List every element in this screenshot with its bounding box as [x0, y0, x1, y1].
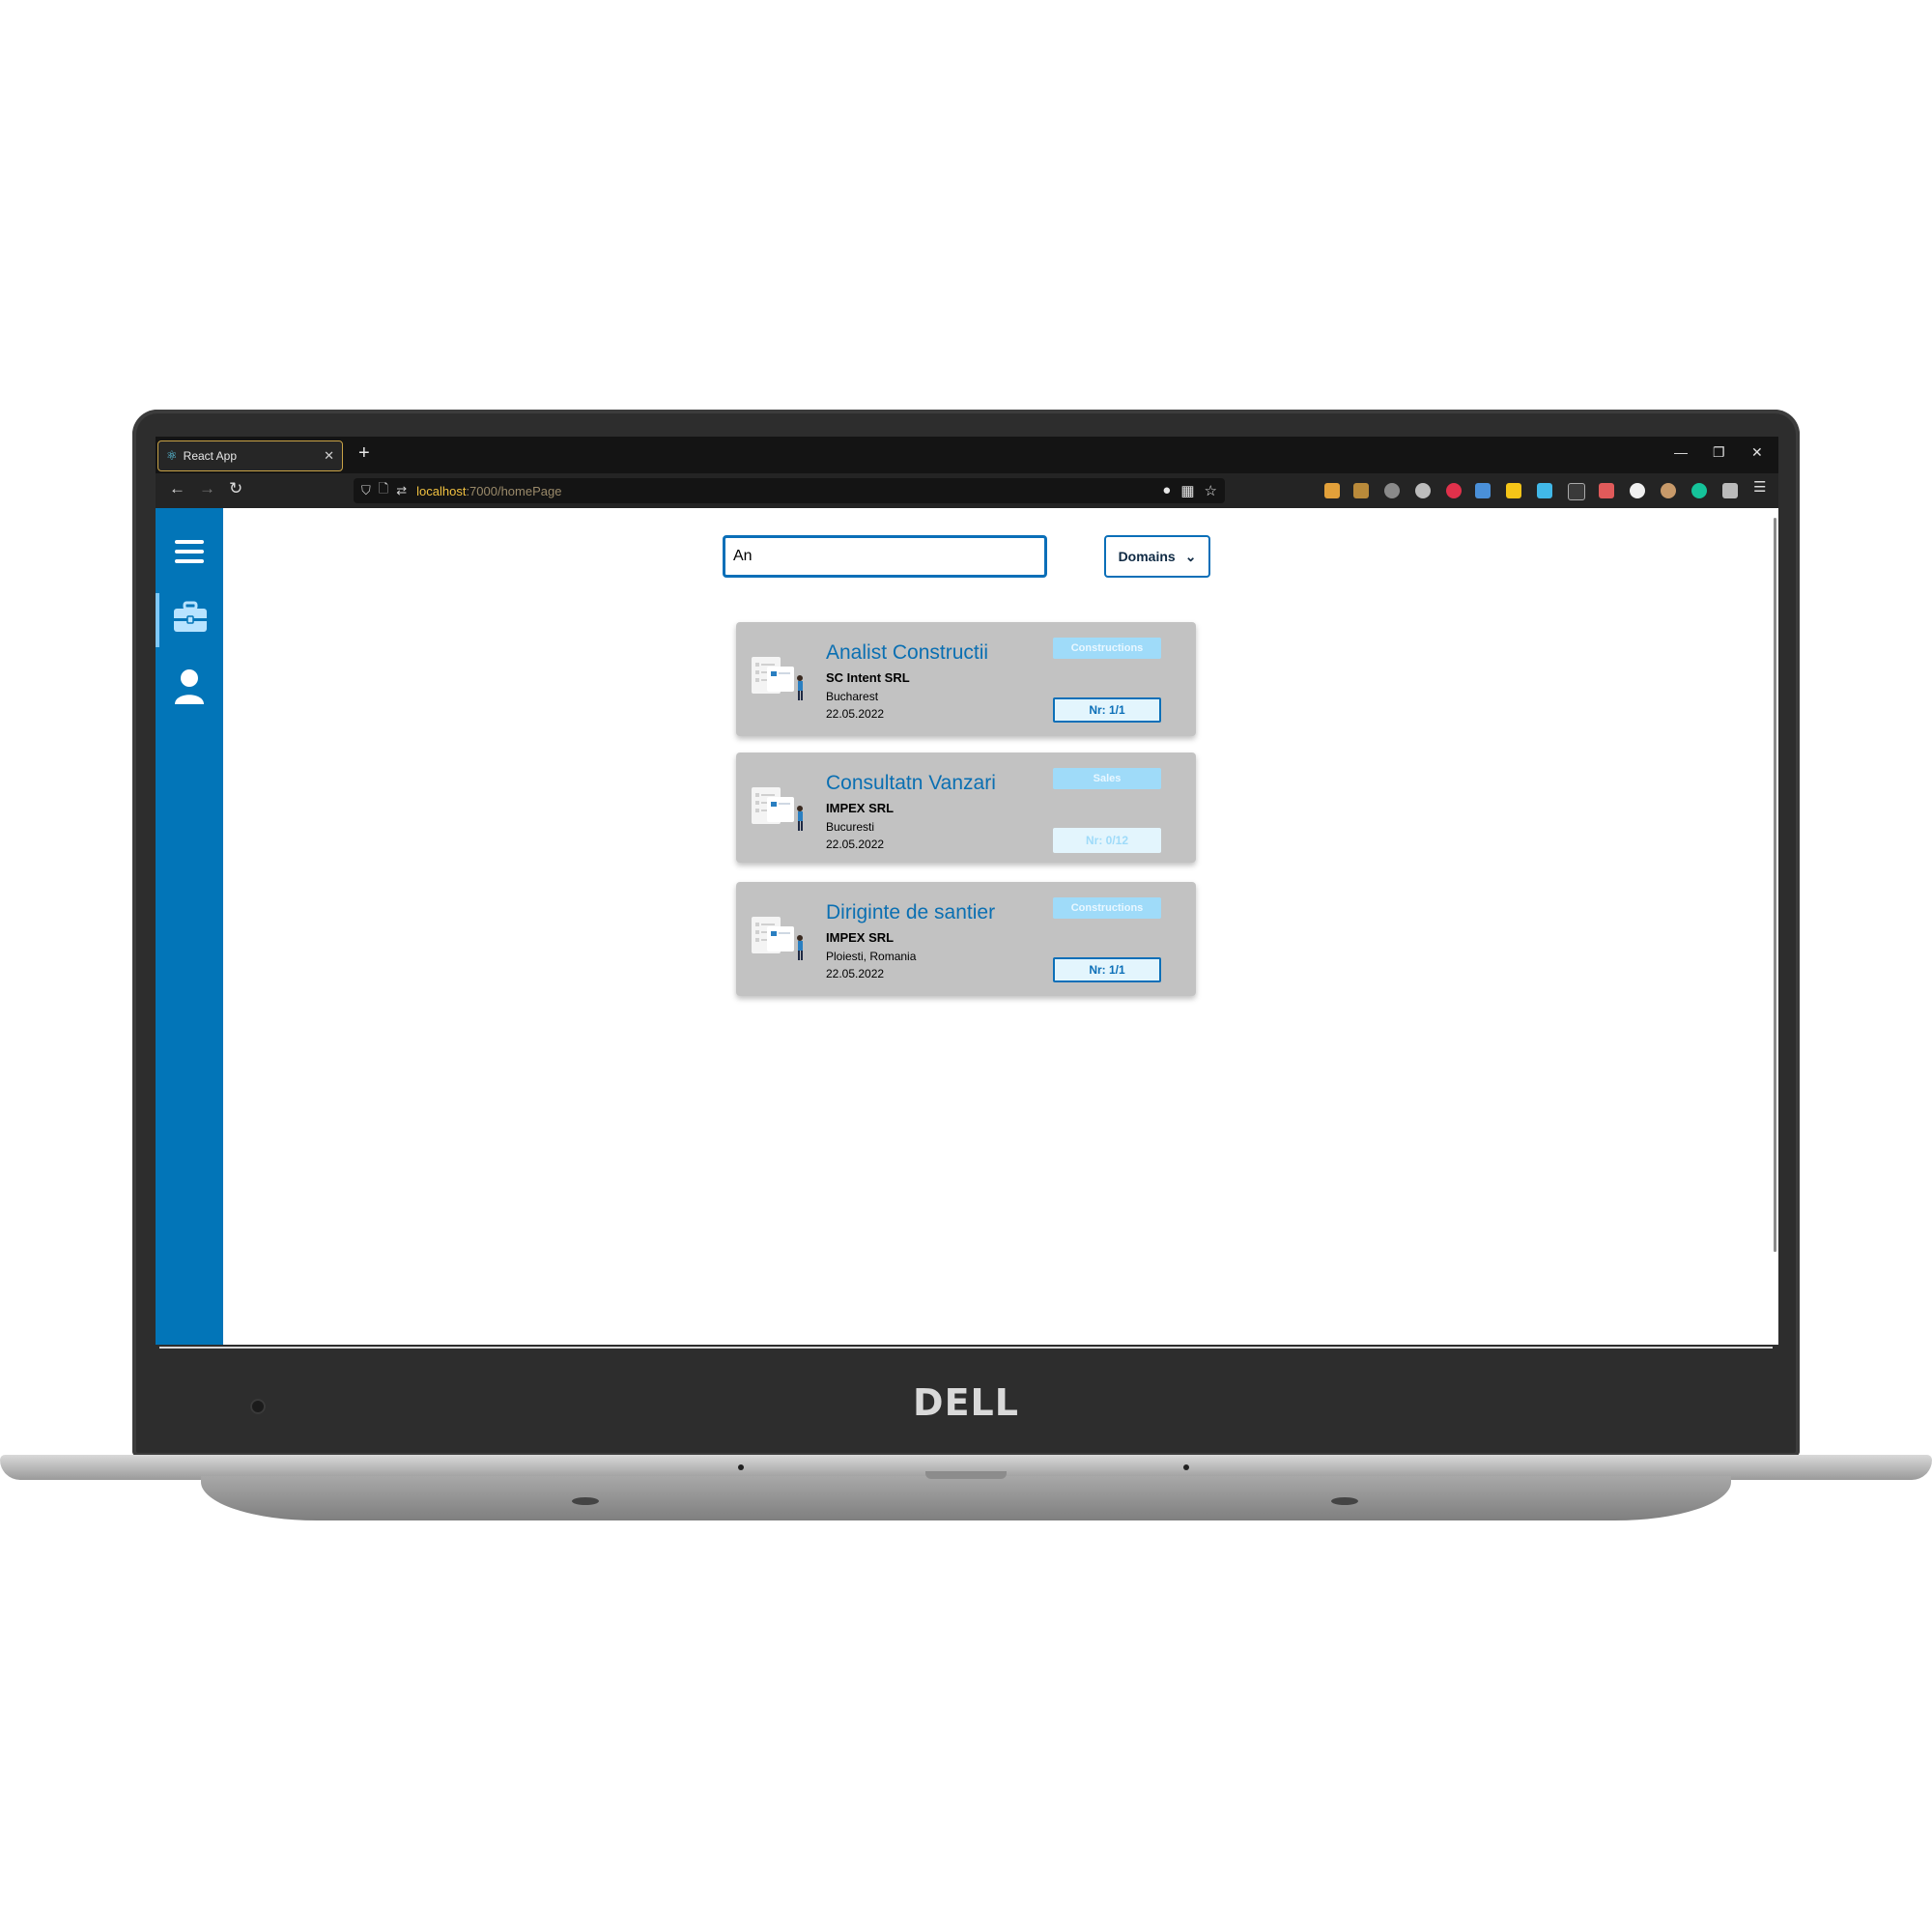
- back-icon[interactable]: ←: [169, 479, 185, 498]
- hamburger-menu-icon[interactable]: [173, 537, 206, 566]
- address-bar[interactable]: ⛉ 🗋 ⇄ localhost:7000/homePage ● ▦ ☆: [354, 478, 1225, 503]
- job-location: Ploiesti, Romania: [826, 950, 917, 963]
- bookmark-star-icon[interactable]: ☆: [1205, 482, 1217, 499]
- job-title[interactable]: Diriginte de santier: [826, 901, 995, 924]
- page-icon: 🗋: [378, 481, 389, 496]
- extension-icon[interactable]: [1630, 483, 1645, 498]
- job-illustration-icon: [752, 657, 803, 700]
- adblock-icon[interactable]: [1446, 483, 1462, 498]
- base-dot: [1183, 1464, 1189, 1470]
- minimize-icon[interactable]: —: [1674, 444, 1688, 460]
- shield-icon: ⛉: [361, 483, 371, 497]
- forward-icon[interactable]: →: [199, 479, 215, 498]
- chevron-down-icon: ⌄: [1184, 548, 1197, 564]
- page-scrollbar[interactable]: [1774, 518, 1776, 1252]
- grammarly-icon[interactable]: [1691, 483, 1707, 498]
- job-company: IMPEX SRL: [826, 930, 895, 945]
- url-host: localhost: [416, 483, 467, 498]
- domain-badge: Constructions: [1053, 638, 1161, 659]
- extension-icon[interactable]: [1415, 483, 1431, 498]
- new-tab-button[interactable]: +: [358, 442, 370, 465]
- job-illustration-icon: [752, 917, 803, 960]
- active-indicator: [156, 593, 159, 647]
- search-input[interactable]: [723, 535, 1047, 578]
- brand-logo: DELL: [913, 1381, 1019, 1424]
- qr-code-icon[interactable]: ▦: [1180, 482, 1194, 499]
- screen: ⚛ React App ✕ + — ❐ ✕ ← → ↻ ⛉ 🗋 ⇄ localh…: [156, 437, 1778, 1345]
- job-date: 22.05.2022: [826, 967, 885, 980]
- briefcase-icon[interactable]: [173, 601, 208, 634]
- job-location: Bucharest: [826, 690, 879, 703]
- sidebar: [156, 508, 223, 1345]
- extension-icon[interactable]: [1568, 483, 1585, 500]
- extension-icon[interactable]: [1384, 483, 1400, 498]
- job-card[interactable]: Analist Constructii SC Intent SRL Buchar…: [736, 622, 1196, 736]
- app-page: Domains ⌄ Analist Constructii SC Intent …: [156, 508, 1778, 1345]
- screen-bottom-edge: [159, 1347, 1773, 1349]
- react-logo-icon: ⚛: [166, 448, 178, 463]
- positions-count-badge: Nr: 0/12: [1053, 828, 1161, 853]
- shield-extension-icon[interactable]: [1599, 483, 1614, 498]
- job-title[interactable]: Analist Constructii: [826, 641, 988, 665]
- extensions-icon[interactable]: [1722, 483, 1738, 498]
- close-tab-icon[interactable]: ✕: [324, 448, 334, 464]
- close-window-icon[interactable]: ✕: [1751, 444, 1763, 461]
- laptop-base-lower: [201, 1476, 1731, 1520]
- save-icon[interactable]: [1537, 483, 1552, 498]
- webcam: [250, 1399, 266, 1414]
- library-icon[interactable]: [1475, 483, 1491, 498]
- job-illustration-icon: [752, 787, 803, 831]
- lid-notch: [925, 1471, 1007, 1479]
- browser-tab[interactable]: ⚛ React App ✕: [157, 440, 343, 471]
- pocket-icon[interactable]: [1324, 483, 1340, 498]
- domains-dropdown[interactable]: Domains ⌄: [1104, 535, 1210, 578]
- positions-count-badge: Nr: 1/1: [1053, 697, 1161, 723]
- laptop-foot: [572, 1497, 599, 1505]
- job-company: IMPEX SRL: [826, 801, 895, 815]
- domain-badge: Constructions: [1053, 897, 1161, 919]
- domains-label: Domains: [1118, 549, 1176, 564]
- menu-icon[interactable]: ☰: [1753, 478, 1766, 496]
- browser-nav-bar: ← → ↻ ⛉ 🗋 ⇄ localhost:7000/homePage ● ▦ …: [156, 473, 1778, 508]
- extension-icon[interactable]: [1506, 483, 1521, 498]
- base-dot: [738, 1464, 744, 1470]
- user-icon[interactable]: [173, 668, 206, 705]
- positions-count-badge: Nr: 1/1: [1053, 957, 1161, 982]
- job-title[interactable]: Consultatn Vanzari: [826, 772, 996, 795]
- extension-icon[interactable]: [1661, 483, 1676, 498]
- laptop-foot: [1331, 1497, 1358, 1505]
- restore-icon[interactable]: ❐: [1713, 444, 1725, 461]
- url-path: :7000/homePage: [466, 483, 562, 498]
- job-card[interactable]: Diriginte de santier IMPEX SRL Ploiesti,…: [736, 882, 1196, 996]
- job-company: SC Intent SRL: [826, 670, 910, 685]
- job-date: 22.05.2022: [826, 838, 885, 851]
- permissions-icon: ⇄: [396, 483, 408, 497]
- tab-title: React App: [183, 449, 238, 463]
- download-icon[interactable]: [1353, 483, 1369, 498]
- reload-icon[interactable]: ↻: [229, 479, 242, 498]
- record-icon[interactable]: ●: [1162, 482, 1171, 499]
- job-date: 22.05.2022: [826, 707, 885, 721]
- job-card[interactable]: Consultatn Vanzari IMPEX SRL Bucuresti 2…: [736, 753, 1196, 863]
- job-location: Bucuresti: [826, 820, 875, 834]
- domain-badge: Sales: [1053, 768, 1161, 789]
- browser-tab-bar: ⚛ React App ✕ + — ❐ ✕: [156, 437, 1778, 473]
